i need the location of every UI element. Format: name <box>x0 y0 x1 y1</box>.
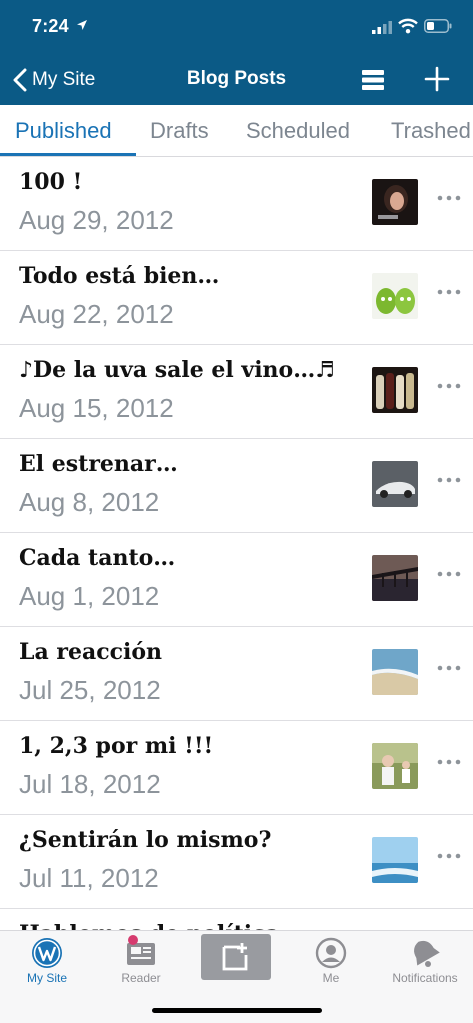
post-row[interactable]: Hablemos de política <box>0 909 473 930</box>
tab-reader[interactable]: Reader <box>94 931 188 991</box>
post-title: Hablemos de política <box>19 921 359 930</box>
more-options-icon[interactable] <box>436 569 462 579</box>
tab-notifications[interactable]: Notifications <box>378 931 472 991</box>
tab-trashed[interactable]: Trashed <box>391 118 471 144</box>
post-list: 100 ! Aug 29, 2012 Todo está bien… Aug 2… <box>0 157 473 930</box>
tab-my-site-label: My Site <box>26 971 67 985</box>
status-bar: 7:24 <box>0 0 473 54</box>
reader-notification-dot <box>128 935 138 945</box>
post-thumbnail <box>372 743 418 789</box>
tab-me[interactable]: Me <box>284 931 378 991</box>
wifi-icon <box>398 18 418 34</box>
list-view-icon[interactable] <box>360 68 386 92</box>
more-options-icon[interactable] <box>436 663 462 673</box>
tab-me-label: Me <box>322 971 340 985</box>
post-thumbnail <box>372 649 418 695</box>
post-title: La reacción <box>19 639 163 665</box>
post-title: Cada tanto… <box>19 545 176 571</box>
new-post-icon <box>222 943 248 971</box>
location-arrow-icon <box>77 20 87 30</box>
post-thumbnail <box>372 837 418 883</box>
cellular-signal-icon <box>372 21 392 34</box>
post-row[interactable]: 100 ! Aug 29, 2012 <box>0 157 473 251</box>
post-row[interactable]: ♪De la uva sale el vino…♬ Aug 15, 2012 <box>0 345 473 439</box>
post-status-tabs: Published Drafts Scheduled Trashed <box>0 105 473 157</box>
post-row[interactable]: 1, 2,3 por mi !!! Jul 18, 2012 <box>0 721 473 815</box>
post-title: 100 ! <box>19 169 83 195</box>
more-options-icon[interactable] <box>436 381 462 391</box>
wordpress-icon <box>32 938 62 968</box>
post-date: Aug 22, 2012 <box>19 299 174 329</box>
post-date: Aug 15, 2012 <box>19 393 174 423</box>
more-options-icon[interactable] <box>436 757 462 767</box>
tab-reader-label: Reader <box>121 971 161 985</box>
more-options-icon[interactable] <box>436 851 462 861</box>
tab-my-site[interactable]: My Site <box>0 931 94 991</box>
tab-drafts[interactable]: Drafts <box>150 118 209 144</box>
tab-published[interactable]: Published <box>15 118 112 144</box>
navigation-bar: My Site Blog Posts <box>0 56 473 104</box>
post-date: Jul 25, 2012 <box>19 675 161 705</box>
post-date: Jul 18, 2012 <box>19 769 161 799</box>
post-title: El estrenar… <box>19 451 178 477</box>
post-row[interactable]: Cada tanto… Aug 1, 2012 <box>0 533 473 627</box>
post-title: ¿Sentirán lo mismo? <box>19 827 272 853</box>
home-indicator <box>152 1008 322 1013</box>
post-title: 1, 2,3 por mi !!! <box>19 733 214 759</box>
post-title: Todo está bien… <box>19 263 220 289</box>
post-row[interactable]: Todo está bien… Aug 22, 2012 <box>0 251 473 345</box>
battery-icon <box>424 19 452 33</box>
post-date: Aug 1, 2012 <box>19 581 160 611</box>
tab-scheduled[interactable]: Scheduled <box>246 118 350 144</box>
more-options-icon[interactable] <box>436 475 462 485</box>
post-title: ♪De la uva sale el vino…♬ <box>19 357 335 383</box>
post-thumbnail <box>372 555 418 601</box>
post-thumbnail <box>372 273 418 319</box>
post-thumbnail <box>372 367 418 413</box>
new-post-button[interactable] <box>201 934 271 980</box>
post-thumbnail <box>372 179 418 225</box>
more-options-icon[interactable] <box>436 287 462 297</box>
status-time: 7:24 <box>32 16 69 36</box>
post-row[interactable]: El estrenar… Aug 8, 2012 <box>0 439 473 533</box>
post-thumbnail <box>372 461 418 507</box>
add-post-icon[interactable] <box>424 66 450 92</box>
post-date: Aug 8, 2012 <box>19 487 160 517</box>
profile-icon <box>315 937 347 969</box>
more-options-icon[interactable] <box>436 193 462 203</box>
post-date: Aug 29, 2012 <box>19 205 174 235</box>
active-tab-indicator <box>0 153 136 156</box>
post-row[interactable]: La reacción Jul 25, 2012 <box>0 627 473 721</box>
bell-icon <box>414 940 440 967</box>
page-title: Blog Posts <box>186 68 287 89</box>
post-date: Jul 11, 2012 <box>19 863 159 893</box>
post-row[interactable]: ¿Sentirán lo mismo? Jul 11, 2012 <box>0 815 473 909</box>
top-bar: 7:24 My Site Blog Posts <box>0 0 473 105</box>
tab-notifications-label: Notifications <box>392 971 458 985</box>
